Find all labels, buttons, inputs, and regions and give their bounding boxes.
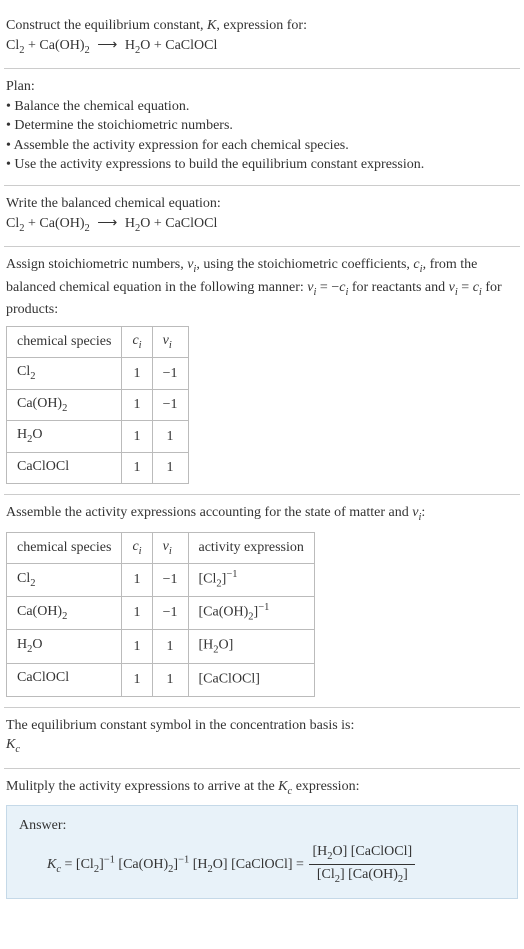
table-row: Cl21−1[Cl2]−1	[7, 564, 315, 597]
intro-text: Construct the equilibrium constant,	[6, 18, 207, 33]
table-row: CaClOCl11	[7, 452, 189, 483]
table-row: Cl21−1	[7, 358, 189, 389]
plan-section: Plan: Balance the chemical equation. Det…	[4, 69, 520, 186]
k-symbol: K	[207, 18, 216, 33]
col-vi: νi	[152, 326, 188, 357]
plan-item: Assemble the activity expression for eac…	[6, 136, 518, 156]
intro-line1: Construct the equilibrium constant, K, e…	[6, 16, 518, 36]
table-header: chemical species ci νi	[7, 326, 189, 357]
balanced-title: Write the balanced chemical equation:	[6, 194, 518, 214]
multiply-text: Mulitply the activity expressions to arr…	[6, 777, 518, 799]
intro-section: Construct the equilibrium constant, K, e…	[4, 8, 520, 69]
plan-item: Balance the chemical equation.	[6, 97, 518, 117]
answer-label: Answer:	[19, 816, 505, 836]
col-ci: ci	[122, 326, 152, 357]
col-activity: activity expression	[188, 532, 314, 563]
fraction: [H2O] [CaClOCl][Cl2] [Ca(OH)2]	[309, 842, 415, 888]
assemble-section: Assemble the activity expressions accoun…	[4, 495, 520, 708]
arrow-icon: ⟶	[97, 36, 117, 56]
equation: Cl2 + Ca(OH)2 ⟶ H2O + CaClOCl	[6, 36, 518, 58]
assign-section: Assign stoichiometric numbers, νi, using…	[4, 247, 520, 495]
table-row: CaClOCl11[CaClOCl]	[7, 663, 315, 696]
plan-item: Use the activity expressions to build th…	[6, 155, 518, 175]
assign-text: Assign stoichiometric numbers, νi, using…	[6, 255, 518, 320]
table-header: chemical species ci νi activity expressi…	[7, 532, 315, 563]
multiply-section: Mulitply the activity expressions to arr…	[4, 769, 520, 909]
col-species: chemical species	[7, 326, 122, 357]
symbol-text: The equilibrium constant symbol in the c…	[6, 716, 518, 736]
stoich-table: chemical species ci νi Cl21−1 Ca(OH)21−1…	[6, 326, 189, 484]
plan-list: Balance the chemical equation. Determine…	[6, 97, 518, 175]
table-row: H2O11[H2O]	[7, 630, 315, 663]
plan-item: Determine the stoichiometric numbers.	[6, 116, 518, 136]
col-vi: νi	[152, 532, 188, 563]
kc-symbol: Kc	[6, 735, 518, 757]
table-row: Ca(OH)21−1	[7, 389, 189, 420]
balanced-section: Write the balanced chemical equation: Cl…	[4, 186, 520, 247]
table-row: Ca(OH)21−1[Ca(OH)2]−1	[7, 597, 315, 630]
table-row: H2O11	[7, 421, 189, 452]
activity-table: chemical species ci νi activity expressi…	[6, 532, 315, 697]
symbol-section: The equilibrium constant symbol in the c…	[4, 708, 520, 769]
intro-text: , expression for:	[216, 18, 307, 33]
col-species: chemical species	[7, 532, 122, 563]
balanced-equation: Cl2 + Ca(OH)2 ⟶ H2O + CaClOCl	[6, 214, 518, 236]
answer-equation: Kc = [Cl2]−1 [Ca(OH)2]−1 [H2O] [CaClOCl]…	[19, 842, 505, 888]
col-ci: ci	[122, 532, 152, 563]
plan-title: Plan:	[6, 77, 518, 97]
arrow-icon: ⟶	[97, 214, 117, 234]
answer-box: Answer: Kc = [Cl2]−1 [Ca(OH)2]−1 [H2O] […	[6, 805, 518, 899]
assemble-text: Assemble the activity expressions accoun…	[6, 503, 518, 525]
